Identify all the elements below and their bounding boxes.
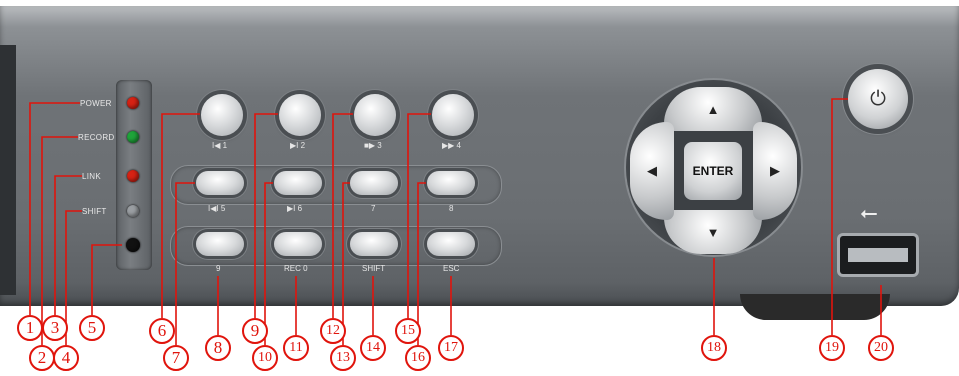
callout-3: 3 [42,315,68,341]
callout-18: 18 [701,335,727,361]
callout-6: 6 [149,318,175,344]
callout-20: 20 [868,335,894,361]
callout-14: 14 [360,335,386,361]
callout-4: 4 [53,345,79,371]
callout-1: 1 [17,315,43,341]
callout-9: 9 [242,318,268,344]
callout-5: 5 [79,315,105,341]
callout-13: 13 [330,345,356,371]
callout-16: 16 [405,345,431,371]
callout-lines [29,98,882,345]
callout-19: 19 [819,335,845,361]
callout-10: 10 [252,345,278,371]
callout-17: 17 [438,335,464,361]
callout-11: 11 [283,335,309,361]
callout-7: 7 [163,345,189,371]
callout-12: 12 [320,318,346,344]
callout-2: 2 [29,345,55,371]
callout-8: 8 [205,335,231,361]
callout-15: 15 [395,318,421,344]
